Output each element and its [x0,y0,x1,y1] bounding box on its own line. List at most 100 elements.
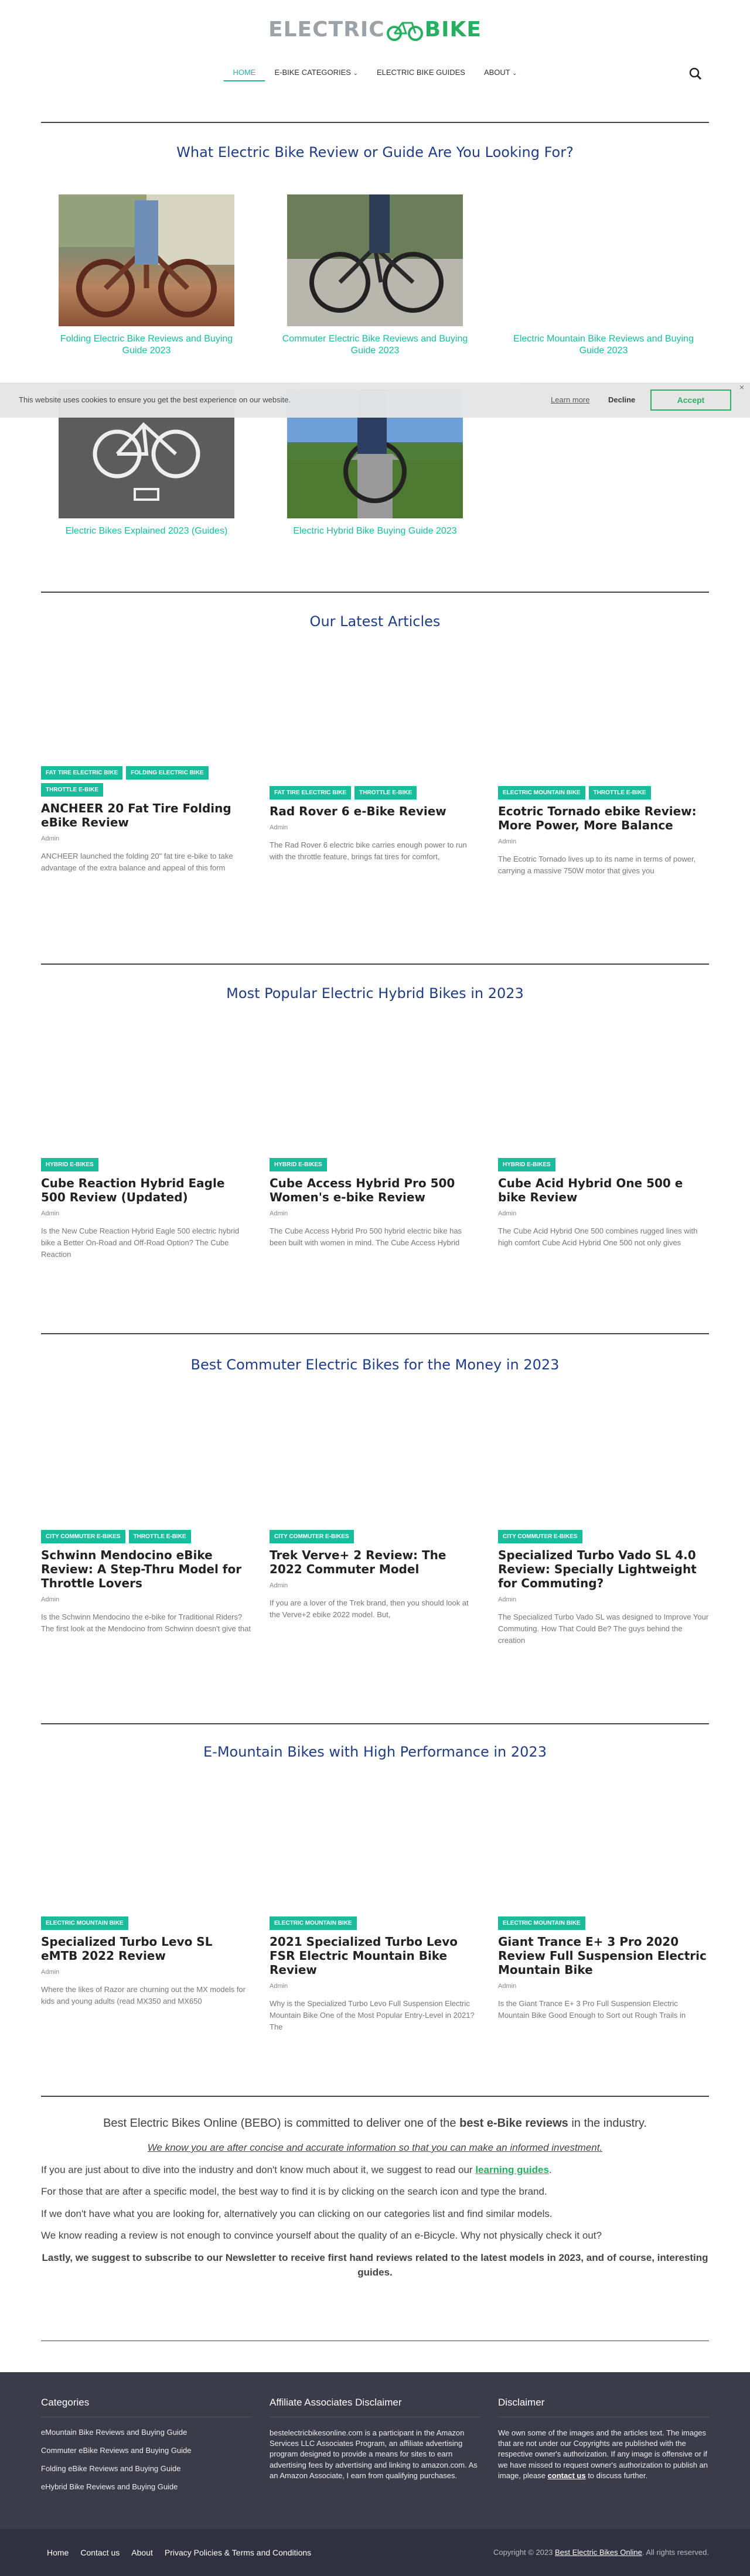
article-tag[interactable]: FAT TIRE ELECTRIC BIKE [270,786,352,800]
section-divider [41,1723,709,1724]
guide-label[interactable]: Electric Mountain Bike Reviews and Buyin… [504,333,703,357]
article-author[interactable]: Admin [498,838,709,845]
article-card[interactable]: FAT TIRE ELECTRIC BIKE THROTTLE E-BIKE R… [270,786,480,863]
article-tag[interactable]: FOLDING ELECTRIC BIKE [126,766,209,780]
article-card[interactable]: HYBRID E-BIKES Cube Acid Hybrid One 500 … [498,1158,709,1249]
article-title[interactable]: Specialized Turbo Vado SL 4.0 Review: Sp… [498,1548,709,1590]
article-title[interactable]: Cube Acid Hybrid One 500 e bike Review [498,1176,709,1204]
article-tag[interactable]: CITY COMMUTER E-BIKES [270,1530,354,1543]
footer-disclaimer-title: Disclaimer [498,2397,709,2417]
article-author[interactable]: Admin [270,1983,480,1990]
cookie-learn-more-link[interactable]: Learn more [551,395,589,404]
article-author[interactable]: Admin [41,1969,252,1976]
article-tag[interactable]: HYBRID E-BIKES [498,1158,555,1171]
article-card[interactable]: ELECTRIC MOUNTAIN BIKE Specialized Turbo… [41,1916,252,2007]
article-title[interactable]: Rad Rover 6 e-Bike Review [270,804,480,818]
article-author[interactable]: Admin [270,1582,480,1589]
article-tag[interactable]: THROTTLE E-BIKE [41,783,103,797]
article-title[interactable]: Trek Verve+ 2 Review: The 2022 Commuter … [270,1548,480,1576]
article-author[interactable]: Admin [498,1983,709,1990]
guide-label[interactable]: Electric Hybrid Bike Buying Guide 2023 [275,525,475,537]
article-tag[interactable]: FAT TIRE ELECTRIC BIKE [41,766,123,780]
article-title[interactable]: Schwinn Mendocino eBike Review: A Step-T… [41,1548,252,1590]
footer-link-home[interactable]: Home [47,2548,69,2557]
guide-commuter[interactable]: Commuter Electric Bike Reviews and Buyin… [275,194,475,357]
nav-home[interactable]: HOME [223,64,265,81]
article-tag[interactable]: ELECTRIC MOUNTAIN BIKE [498,786,585,800]
footer-category-link[interactable]: eMountain Bike Reviews and Buying Guide [41,2428,252,2437]
search-icon[interactable] [689,67,702,80]
article-author[interactable]: Admin [498,1210,709,1217]
nav-ebike-categories[interactable]: E-BIKE CATEGORIES ⌄ [265,64,367,81]
section-divider [41,1333,709,1334]
footer-bottom-bar: Home Contact us About Privacy Policies &… [0,2529,750,2576]
article-card[interactable]: CITY COMMUTER E-BIKES Specialized Turbo … [498,1530,709,1646]
article-tag[interactable]: THROTTLE E-BIKE [354,786,417,800]
section-divider [41,122,709,123]
article-excerpt: The Cube Acid Hybrid One 500 combines ru… [498,1226,698,1248]
guide-mountain[interactable]: Electric Mountain Bike Reviews and Buyin… [504,194,703,357]
footer-link-contact[interactable]: Contact us [80,2548,120,2557]
article-card[interactable]: FAT TIRE ELECTRIC BIKE FOLDING ELECTRIC … [41,766,252,874]
cookie-accept-button[interactable]: Accept [650,390,731,411]
article-tag[interactable]: ELECTRIC MOUNTAIN BIKE [498,1916,585,1930]
article-tags: HYBRID E-BIKES [41,1158,252,1171]
guide-folding[interactable]: Folding Electric Bike Reviews and Buying… [47,194,246,357]
site-logo[interactable]: ELECTRIC BIKE [268,18,482,42]
guide-image-folding[interactable] [59,194,234,326]
learning-guides-link[interactable]: learning guides [475,2164,549,2175]
article-title[interactable]: Cube Reaction Hybrid Eagle 500 Review (U… [41,1176,252,1204]
footer-category-link[interactable]: Commuter eBike Reviews and Buying Guide [41,2446,252,2455]
guide-image-commuter[interactable] [287,194,463,326]
chevron-down-icon: ⌄ [353,70,358,77]
article-author[interactable]: Admin [270,824,480,831]
footer-link-privacy[interactable]: Privacy Policies & Terms and Conditions [165,2548,311,2557]
nav-electric-bike-guides[interactable]: ELECTRIC BIKE GUIDES [367,64,475,81]
article-author[interactable]: Admin [41,1210,252,1217]
close-icon[interactable]: × [739,382,744,392]
chevron-down-icon: ⌄ [512,70,517,77]
cookie-decline-button[interactable]: Decline [608,395,635,404]
article-tag[interactable]: HYBRID E-BIKES [41,1158,98,1171]
footer-affiliate: Affiliate Associates Disclaimer bestelec… [270,2397,480,2481]
guide-label[interactable]: Folding Electric Bike Reviews and Buying… [47,333,246,357]
article-title[interactable]: ANCHEER 20 Fat Tire Folding eBike Review [41,801,252,829]
article-card[interactable]: HYBRID E-BIKES Cube Access Hybrid Pro 50… [270,1158,480,1249]
article-card[interactable]: CITY COMMUTER E-BIKES Trek Verve+ 2 Revi… [270,1530,480,1621]
article-tag[interactable]: CITY COMMUTER E-BIKES [498,1530,582,1543]
article-tag[interactable]: ELECTRIC MOUNTAIN BIKE [270,1916,357,1930]
footer-category-link[interactable]: eHybrid Bike Reviews and Buying Guide [41,2482,252,2491]
article-card[interactable]: CITY COMMUTER E-BIKES THROTTLE E-BIKE Sc… [41,1530,252,1635]
article-tag[interactable]: THROTTLE E-BIKE [128,1530,191,1543]
article-author[interactable]: Admin [41,1596,252,1603]
article-title[interactable]: Giant Trance E+ 3 Pro 2020 Review Full S… [498,1935,709,1977]
article-author[interactable]: Admin [270,1210,480,1217]
article-author[interactable]: Admin [41,835,252,842]
article-title[interactable]: Cube Access Hybrid Pro 500 Women's e-bik… [270,1176,480,1204]
article-tag[interactable]: CITY COMMUTER E-BIKES [41,1530,125,1543]
guide-label[interactable]: Commuter Electric Bike Reviews and Buyin… [275,333,475,357]
article-title[interactable]: Specialized Turbo Levo SL eMTB 2022 Revi… [41,1935,252,1963]
guide-label[interactable]: Electric Bikes Explained 2023 (Guides) [47,525,246,537]
article-tag[interactable]: HYBRID E-BIKES [270,1158,327,1171]
article-card[interactable]: ELECTRIC MOUNTAIN BIKE THROTTLE E-BIKE E… [498,786,709,877]
article-title[interactable]: 2021 Specialized Turbo Levo FSR Electric… [270,1935,480,1977]
copyright-site-link[interactable]: Best Electric Bikes Online [555,2548,642,2557]
article-tag[interactable]: THROTTLE E-BIKE [588,786,651,800]
article-author[interactable]: Admin [498,1596,709,1603]
footer-affiliate-text: bestelectricbikesonline.com is a partici… [270,2428,478,2480]
article-excerpt: Is the Schwinn Mendocino the e-bike for … [41,1612,251,1634]
article-title[interactable]: Ecotric Tornado ebike Review: More Power… [498,804,709,832]
footer-link-about[interactable]: About [131,2548,153,2557]
about-paragraph: If you are just about to dive into the i… [41,2164,552,2175]
article-excerpt: ANCHEER launched the folding 20" fat tir… [41,852,233,873]
article-card[interactable]: ELECTRIC MOUNTAIN BIKE Giant Trance E+ 3… [498,1916,709,2021]
article-card[interactable]: HYBRID E-BIKES Cube Reaction Hybrid Eagl… [41,1158,252,1260]
contact-us-link[interactable]: contact us [548,2471,586,2480]
footer-category-link[interactable]: Folding eBike Reviews and Buying Guide [41,2464,252,2473]
section-divider [41,2096,709,2097]
nav-about[interactable]: ABOUT ⌄ [475,64,527,81]
guide-image-mountain[interactable] [516,194,691,326]
article-tag[interactable]: ELECTRIC MOUNTAIN BIKE [41,1916,128,1930]
article-card[interactable]: ELECTRIC MOUNTAIN BIKE 2021 Specialized … [270,1916,480,2033]
